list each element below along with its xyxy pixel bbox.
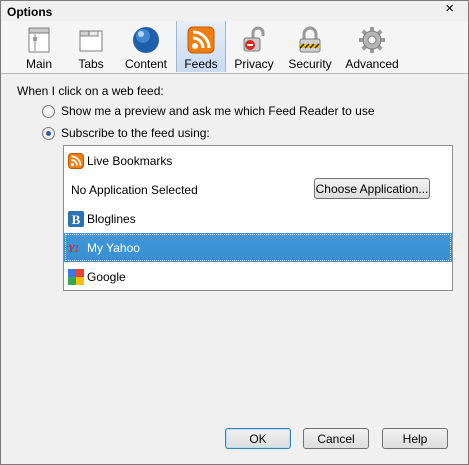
main-icon [28,27,50,53]
radio-preview-label[interactable]: Show me a preview and ask me which Feed … [61,104,375,118]
radio-preview[interactable] [42,105,55,118]
content-globe-icon [133,27,159,53]
options-toolbar: Main Tabs Content Feeds Privacy Security… [1,21,468,74]
tab-tabs[interactable]: Tabs [71,21,111,72]
ok-button[interactable]: OK [225,428,291,449]
list-item-label: No Application Selected [71,183,198,197]
feed-icon [187,26,215,54]
title-bar[interactable]: Options × [1,1,468,21]
list-item-my-yahoo[interactable]: Y! My Yahoo [64,233,452,262]
privacy-lock-icon [243,26,265,52]
help-button[interactable]: Help [382,428,448,449]
list-item-label: My Yahoo [87,241,140,255]
tab-privacy[interactable]: Privacy [232,21,276,72]
tab-security[interactable]: Security [285,21,335,72]
options-dialog: Options × Main Tabs Content Feeds Privac… [0,0,469,465]
tab-feeds-label: Feeds [184,57,218,71]
tab-tabs-label: Tabs [78,57,104,71]
svg-text:B: B [72,212,81,227]
list-item-label: Bloglines [87,212,136,226]
tab-content[interactable]: Content [121,21,171,72]
tab-privacy-label: Privacy [234,57,274,71]
live-bookmarks-feed-icon [68,153,84,169]
bloglines-icon: B [68,211,84,227]
tab-advanced-label: Advanced [345,57,399,71]
tab-security-label: Security [288,57,332,71]
list-item-live-bookmarks[interactable]: Live Bookmarks [64,146,452,175]
cancel-button[interactable]: Cancel [303,428,369,449]
tab-feeds[interactable]: Feeds [176,21,226,72]
yahoo-icon: Y! [68,243,79,255]
feed-reader-list[interactable]: Live Bookmarks No Application Selected C… [63,145,453,291]
radio-subscribe-label[interactable]: Subscribe to the feed using: [61,126,210,140]
tab-main[interactable]: Main [17,21,61,72]
list-item-bloglines[interactable]: B Bloglines [64,204,452,233]
radio-subscribe[interactable] [42,127,55,140]
feed-action-heading: When I click on a web feed: [17,84,164,98]
list-item-label: Live Bookmarks [87,154,173,168]
window-title: Options [7,5,53,19]
list-item-label: Google [87,270,126,284]
close-icon[interactable]: × [445,1,454,17]
tabs-icon [79,30,103,52]
security-padlock-icon [299,26,321,53]
tab-main-label: Main [25,57,52,71]
choose-application-button[interactable]: Choose Application... [314,178,430,199]
tab-advanced[interactable]: Advanced [344,21,400,72]
list-item-no-application[interactable]: No Application Selected Choose Applicati… [64,175,452,204]
svg-text:Y!: Y! [68,243,79,255]
gear-icon [359,27,385,53]
tab-content-label: Content [124,57,168,71]
list-item-google[interactable]: Google [64,262,452,291]
google-icon [68,269,84,285]
